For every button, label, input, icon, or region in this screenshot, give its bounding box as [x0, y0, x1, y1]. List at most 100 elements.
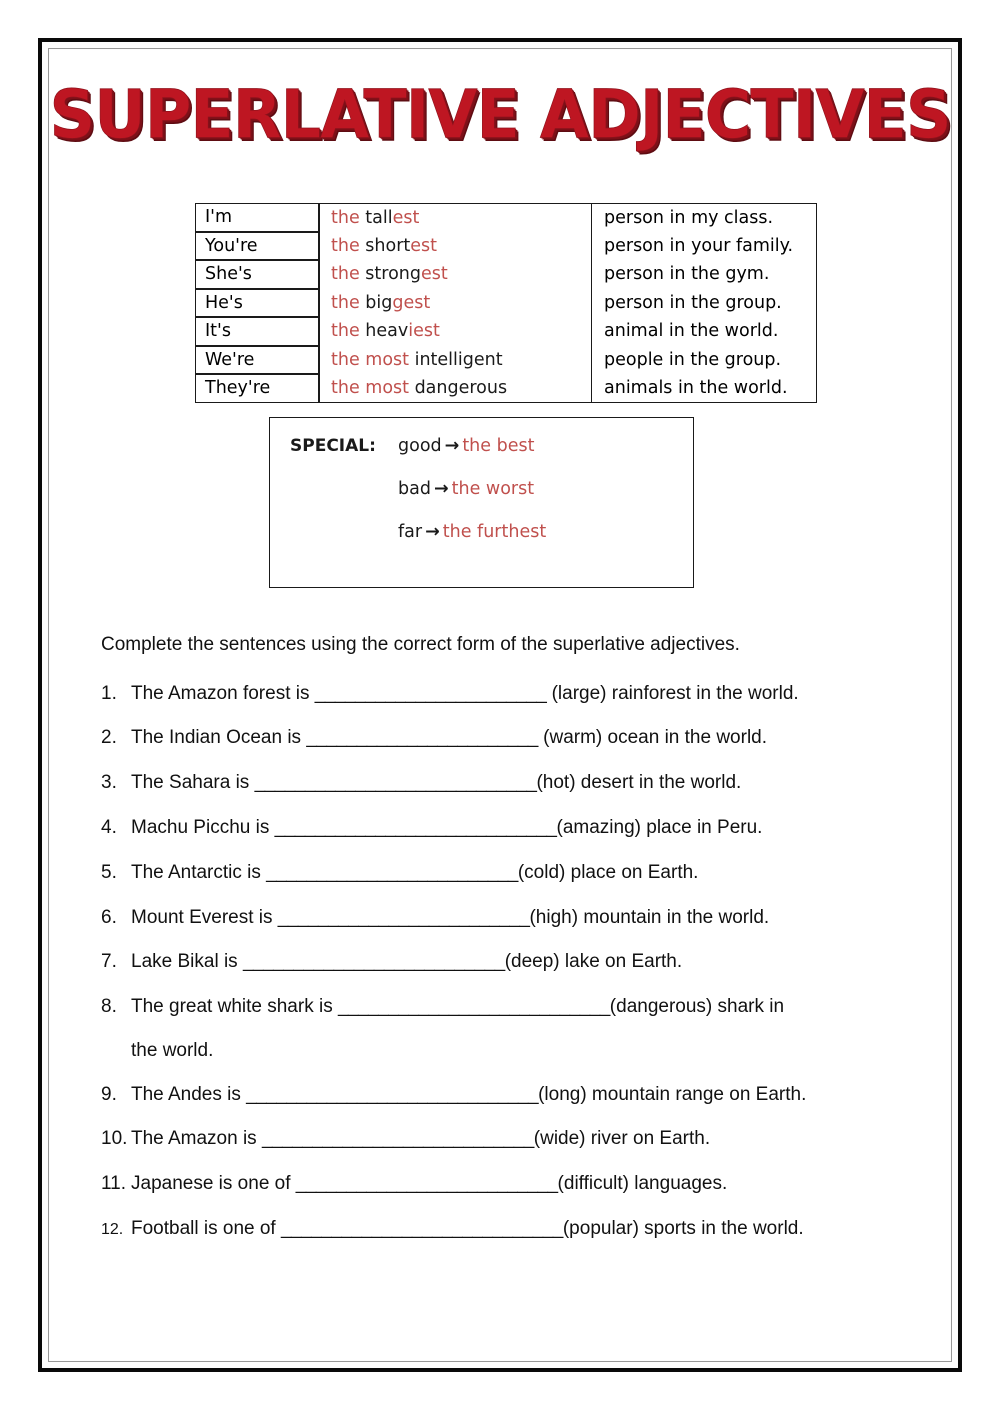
table-row: It's the heaviest animal in the world. — [195, 317, 817, 346]
question-suffix: (hot) desert in the world. — [536, 772, 742, 794]
question-number: 8. — [101, 996, 117, 1018]
grammar-table-body: I'm the tallest person in my class. You're t… — [195, 203, 817, 403]
question-text: The Indian Ocean is ____________________… — [131, 726, 911, 750]
answer-blank[interactable]: ___________________________ — [338, 996, 610, 1017]
adjective-suffix: est — [421, 264, 448, 285]
question-prefix: The Sahara is — [131, 772, 255, 794]
question-prefix: Mount Everest is — [131, 906, 278, 928]
answer-blank[interactable]: ____________________________ — [275, 817, 557, 838]
exercise-instructions: Complete the sentences using the correct… — [101, 633, 740, 655]
question-number: 7. — [101, 951, 117, 973]
answer-blank[interactable]: _____________________________ — [246, 1084, 538, 1105]
adjective-suffix: gest — [392, 292, 431, 313]
adjective-the: the most — [331, 349, 415, 370]
page-content: SUPERLATIVE ADJECTIVES I'm the tallest per… — [49, 49, 952, 1361]
question-number: 6. — [101, 906, 117, 928]
question-suffix: (deep) lake on Earth. — [504, 951, 683, 973]
subject-cell: It's — [195, 317, 319, 346]
question-text: Machu Picchu is ________________________… — [131, 816, 911, 840]
adjective-stem: big — [365, 292, 393, 313]
adjective-stem: heav — [365, 321, 409, 342]
question-item: 6. Mount Everest is _____________________… — [101, 906, 911, 930]
question-suffix: (dangerous) shark in — [609, 996, 785, 1018]
question-suffix: (high) mountain in the world. — [529, 906, 770, 928]
arrow-icon: → — [444, 435, 460, 456]
special-superlative-0: the best — [462, 435, 535, 456]
question-list: 1. The Amazon forest is _________________… — [101, 682, 911, 1242]
adjective-cell: the biggest — [319, 288, 591, 317]
question-prefix: Lake Bikal is — [131, 951, 243, 973]
adjective-the: the — [331, 264, 366, 285]
special-pair-1: bad → the worst — [270, 479, 534, 499]
special-row: far → the furthest — [270, 522, 693, 565]
special-pair-2: far → the furthest — [270, 522, 546, 542]
answer-blank[interactable]: _______________________ — [315, 683, 547, 704]
table-row: You're the shortest person in your family. — [195, 231, 817, 260]
object-cell: animals in the world. — [591, 374, 817, 403]
answer-blank[interactable]: _________________________ — [278, 907, 530, 928]
question-suffix: (warm) ocean in the world. — [537, 727, 768, 749]
question-number: 3. — [101, 772, 117, 794]
question-number: 10. — [101, 1128, 128, 1150]
answer-blank[interactable]: ____________________________ — [255, 772, 537, 793]
adjective-cell: the tallest — [319, 203, 591, 232]
adjective-suffix: iest — [408, 321, 440, 342]
question-text: Mount Everest is _______________________… — [131, 906, 911, 930]
answer-blank[interactable]: __________________________ — [296, 1173, 558, 1194]
special-pair-0: good → the best — [398, 436, 534, 456]
object-cell: person in the group. — [591, 288, 817, 317]
special-row: bad → the worst — [270, 479, 693, 522]
title-block: SUPERLATIVE ADJECTIVES — [49, 81, 952, 149]
adjective-the: the — [331, 321, 366, 342]
question-prefix: Football is one of — [131, 1217, 281, 1239]
adjective-suffix: est — [392, 207, 420, 228]
adjective-cell: the shortest — [319, 231, 591, 260]
subject-cell: They're — [195, 374, 319, 403]
adjective-stem: dangerous — [414, 377, 508, 398]
question-text: Football is one of _____________________… — [131, 1217, 911, 1241]
question-item: 2. The Indian Ocean is __________________… — [101, 726, 911, 750]
adjective-stem: strong — [365, 264, 421, 285]
question-prefix: Machu Picchu is — [131, 816, 275, 838]
question-item: 12. Football is one of __________________… — [101, 1217, 911, 1241]
question-number: 9. — [101, 1083, 117, 1105]
question-item: 8. The great white shark is _____________… — [101, 995, 911, 1019]
answer-blank[interactable]: ___________________________ — [262, 1128, 534, 1149]
subject-cell: I'm — [195, 203, 319, 232]
object-cell: people in the group. — [591, 345, 817, 374]
answer-blank[interactable]: ____________________________ — [281, 1218, 563, 1239]
question-prefix: The Amazon forest is — [131, 682, 315, 704]
arrow-icon: → — [433, 478, 449, 499]
question-number: 12. — [101, 1220, 124, 1238]
question-suffix: (large) rainforest in the world. — [546, 682, 799, 704]
question-text: The Antarctic is _______________________… — [131, 861, 911, 885]
special-base-1: bad — [398, 478, 431, 499]
adjective-stem: tall — [365, 207, 393, 228]
answer-blank[interactable]: _______________________ — [306, 727, 538, 748]
arrow-icon: → — [425, 521, 440, 542]
page-inner-border: SUPERLATIVE ADJECTIVES I'm the tallest per… — [48, 48, 952, 1362]
question-text: The Amazon forest is ___________________… — [131, 682, 911, 706]
subject-cell: He's — [195, 288, 319, 317]
question-text: The Andes is ___________________________… — [131, 1083, 911, 1107]
question-suffix: (difficult) languages. — [557, 1173, 728, 1195]
table-row: I'm the tallest person in my class. — [195, 203, 817, 232]
question-text: The great white shark is _______________… — [131, 995, 911, 1019]
question-number: 11. — [101, 1173, 127, 1195]
answer-blank[interactable]: _________________________ — [266, 862, 518, 883]
object-cell: person in your family. — [591, 231, 817, 260]
answer-blank[interactable]: __________________________ — [243, 951, 505, 972]
subject-cell: You're — [195, 231, 319, 260]
question-text: The Sahara is __________________________… — [131, 771, 911, 795]
question-suffix: (popular) sports in the world. — [562, 1217, 804, 1239]
special-forms-box: SPECIAL: good → the best bad → the worst far… — [269, 416, 694, 588]
special-base-2: far — [398, 521, 423, 542]
question-number: 1. — [101, 682, 117, 704]
object-cell: person in my class. — [591, 203, 817, 232]
adjective-stem: intelligent — [414, 349, 503, 370]
adjective-the: the — [331, 235, 366, 256]
adjective-the: the — [331, 207, 366, 228]
adjective-the: the — [331, 292, 366, 313]
question-suffix: (cold) place on Earth. — [517, 861, 699, 883]
page-title: SUPERLATIVE ADJECTIVES — [49, 75, 952, 155]
